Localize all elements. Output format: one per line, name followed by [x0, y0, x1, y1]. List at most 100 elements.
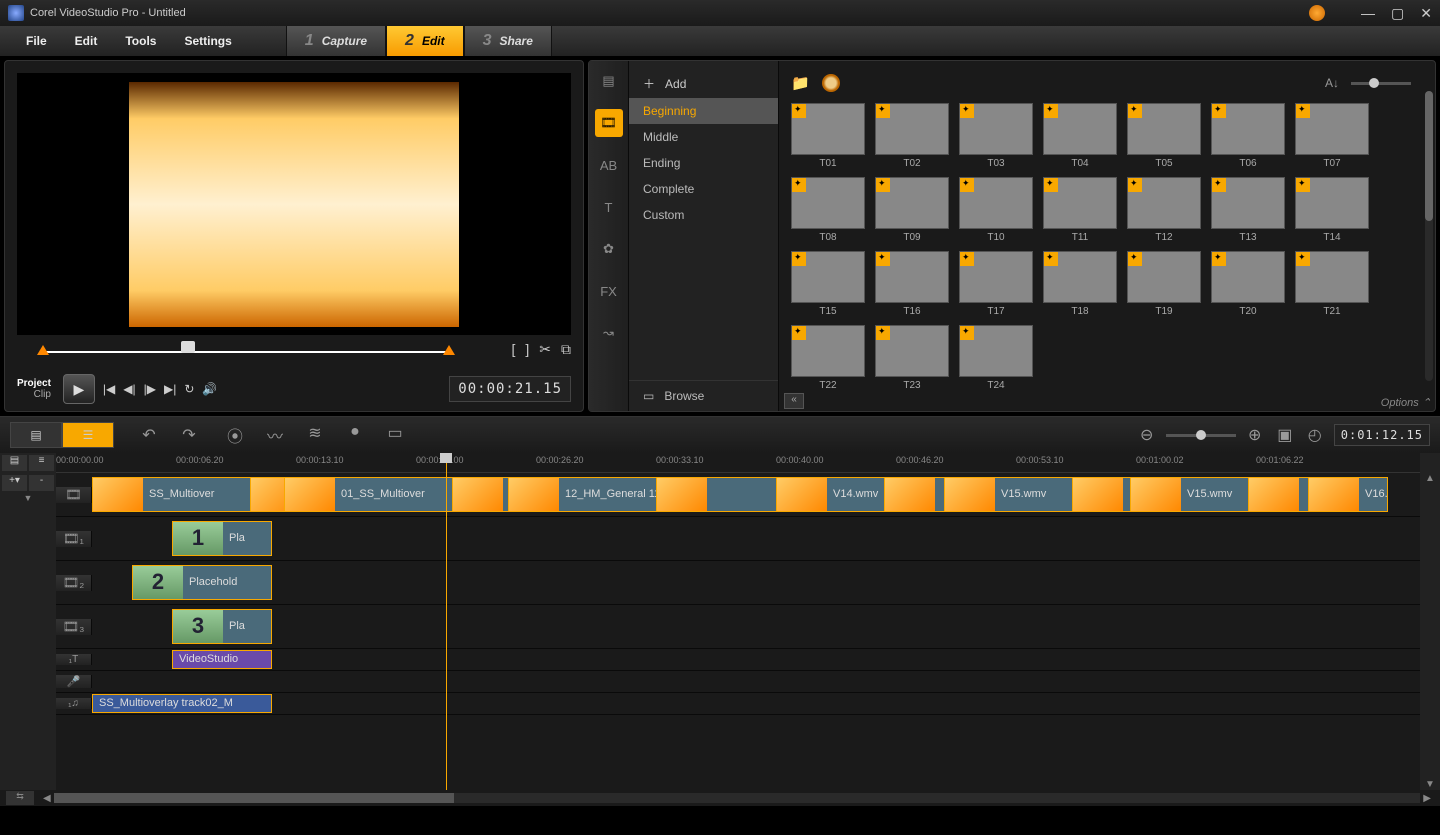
video-track[interactable]: 🎞 SS_Multioverfad01_SS_Multiover12_HM_Ge…	[56, 473, 1420, 517]
mark-in-button[interactable]: [	[511, 341, 515, 358]
voice-track[interactable]: 🎤	[56, 671, 1420, 693]
clip-music[interactable]: SS_Multioverlay track02_M	[92, 694, 272, 713]
project-duration-icon[interactable]: ◴	[1304, 425, 1326, 445]
library-cat-middle[interactable]: Middle	[629, 124, 778, 150]
chapter-button[interactable]: ▭	[384, 423, 406, 447]
preview-scrubber[interactable]: [ ] ✂ ⧉	[17, 343, 571, 363]
clip-title[interactable]: VideoStudio	[172, 650, 272, 669]
collapse-tracks-button[interactable]: ▼	[0, 493, 56, 507]
step-edit[interactable]: 2Edit	[386, 26, 464, 56]
options-toggle[interactable]: Options ⌃	[1381, 396, 1431, 409]
thumb-t10[interactable]: T10	[959, 177, 1033, 243]
storyboard-view-button[interactable]: ▤	[10, 422, 62, 448]
scroll-up-button[interactable]: ▲	[1425, 473, 1435, 484]
guide-icon[interactable]	[1309, 5, 1325, 21]
thumb-t23[interactable]: T23	[875, 325, 949, 391]
library-scrollbar[interactable]	[1425, 91, 1433, 381]
clip-video-6[interactable]: V14.wmv	[776, 477, 886, 511]
library-cat-ending[interactable]: Ending	[629, 150, 778, 176]
auto-music-button[interactable]: ≋	[304, 423, 326, 447]
overlay2-icon[interactable]: 🎞₂	[56, 575, 92, 591]
library-cat-complete[interactable]: Complete	[629, 176, 778, 202]
clip-video-12[interactable]: V16.wmv	[1308, 477, 1388, 511]
playhead[interactable]	[446, 453, 447, 790]
vtab-path[interactable]: ↝	[595, 319, 623, 347]
preview-viewport[interactable]	[17, 73, 571, 335]
thumb-t18[interactable]: T18	[1043, 251, 1117, 317]
thumb-zoom-slider[interactable]	[1351, 82, 1411, 85]
library-cat-beginning[interactable]: Beginning	[629, 98, 778, 124]
vtab-title[interactable]: T	[595, 193, 623, 221]
title-track-icon[interactable]: ₁T	[56, 654, 92, 665]
mode-clip[interactable]: Clip	[17, 389, 51, 400]
tl-left-a[interactable]: ▤	[2, 455, 27, 471]
thumb-t06[interactable]: T06	[1211, 103, 1285, 169]
clip-overlay1[interactable]: 1Pla	[172, 521, 272, 555]
library-browse[interactable]: ▭Browse	[629, 380, 778, 411]
menu-settings[interactable]: Settings	[170, 34, 245, 48]
mode-project[interactable]: Project	[17, 378, 51, 389]
clip-video-1[interactable]: fad	[250, 477, 286, 511]
clip-video-11[interactable]	[1248, 477, 1310, 511]
tl-left-d[interactable]: -	[29, 475, 54, 491]
mark-in-handle[interactable]	[37, 345, 49, 355]
library-cat-custom[interactable]: Custom	[629, 202, 778, 228]
thumb-t11[interactable]: T11	[1043, 177, 1117, 243]
minimize-button[interactable]: —	[1361, 5, 1375, 21]
step-capture[interactable]: 1Capture	[286, 26, 386, 56]
clip-video-3[interactable]	[452, 477, 510, 511]
zoom-slider[interactable]	[1166, 434, 1236, 437]
thumb-t15[interactable]: T15	[791, 251, 865, 317]
thumb-t20[interactable]: T20	[1211, 251, 1285, 317]
music-track-icon[interactable]: ₁♫	[56, 698, 92, 709]
overlay-track-1[interactable]: 🎞₁ 1Pla	[56, 517, 1420, 561]
thumb-t03[interactable]: T03	[959, 103, 1033, 169]
prev-frame-button[interactable]: ◀|	[123, 382, 135, 396]
timeline-view-button[interactable]: ☰	[62, 422, 114, 448]
clip-overlay3[interactable]: 3Pla	[172, 609, 272, 643]
hscroll-left[interactable]: ◀	[40, 793, 54, 804]
overlay-track-2[interactable]: 🎞₂ 2Placehold	[56, 561, 1420, 605]
step-share[interactable]: 3Share	[464, 26, 552, 56]
scrub-head[interactable]	[181, 341, 195, 353]
clip-video-4[interactable]: 12_HM_General 11.w	[508, 477, 658, 511]
voice-track-icon[interactable]: 🎤	[56, 675, 92, 688]
clip-video-0[interactable]: SS_Multiover	[92, 477, 252, 511]
thumb-t17[interactable]: T17	[959, 251, 1033, 317]
vtab-transition[interactable]: AB	[595, 151, 623, 179]
volume-button[interactable]: 🔊	[202, 382, 217, 396]
menu-tools[interactable]: Tools	[111, 34, 170, 48]
expand-button[interactable]: ⧉	[561, 341, 571, 358]
project-duration[interactable]: 0:01:12.15	[1334, 424, 1430, 446]
thumb-t04[interactable]: T04	[1043, 103, 1117, 169]
auto-scroll-button[interactable]: ⇆	[6, 791, 34, 805]
tl-left-b[interactable]: ≡	[29, 455, 54, 471]
menu-edit[interactable]: Edit	[61, 34, 112, 48]
vtab-instant-project[interactable]: 🎞	[595, 109, 623, 137]
undo-button[interactable]: ↶	[138, 425, 160, 445]
thumb-t21[interactable]: T21	[1295, 251, 1369, 317]
play-button[interactable]: ▶	[63, 374, 95, 404]
thumb-t13[interactable]: T13	[1211, 177, 1285, 243]
mark-out-button[interactable]: ]	[525, 341, 529, 358]
thumb-t01[interactable]: T01	[791, 103, 865, 169]
library-add[interactable]: ＋Add	[629, 69, 778, 98]
vtab-filter[interactable]: FX	[595, 277, 623, 305]
go-end-button[interactable]: ▶|	[164, 382, 176, 396]
scroll-down-button[interactable]: ▼	[1425, 779, 1435, 790]
wheel-icon[interactable]	[822, 74, 840, 92]
clip-video-8[interactable]: V15.wmv	[944, 477, 1074, 511]
timeline-ruler[interactable]: 00:00:00.0000:00:06.2000:00:13.1000:00:2…	[56, 453, 1420, 473]
thumb-t09[interactable]: T09	[875, 177, 949, 243]
thumb-t16[interactable]: T16	[875, 251, 949, 317]
thumb-t12[interactable]: T12	[1127, 177, 1201, 243]
vtab-graphic[interactable]: ✿	[595, 235, 623, 263]
tl-left-c[interactable]: +▾	[2, 475, 27, 491]
overlay3-icon[interactable]: 🎞₃	[56, 619, 92, 635]
thumb-t19[interactable]: T19	[1127, 251, 1201, 317]
title-track[interactable]: ₁T VideoStudio	[56, 649, 1420, 671]
thumb-t08[interactable]: T08	[791, 177, 865, 243]
video-track-icon[interactable]: 🎞	[56, 487, 92, 503]
overlay-track-3[interactable]: 🎞₃ 3Pla	[56, 605, 1420, 649]
thumb-t02[interactable]: T02	[875, 103, 949, 169]
